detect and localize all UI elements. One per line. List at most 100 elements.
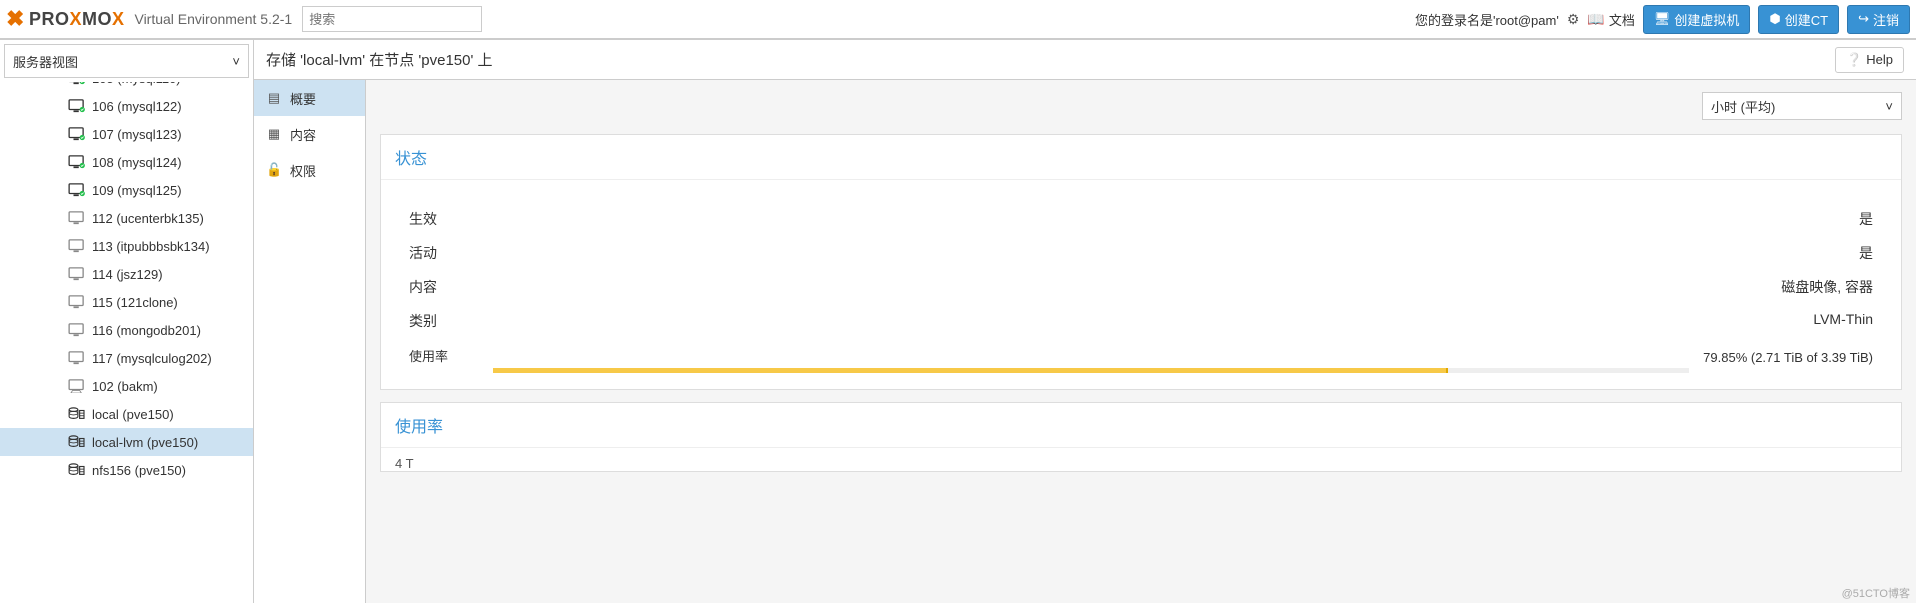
cube-icon: ⬢ [1769, 11, 1780, 27]
status-row: 活动 是 [409, 236, 1873, 270]
status-value: LVM-Thin [1813, 311, 1873, 331]
watermark: @51CTO博客 [1842, 585, 1910, 601]
storage-icon [66, 463, 88, 477]
tree-item[interactable]: 109 (mysql125) [0, 176, 253, 204]
status-row: 生效是 [409, 202, 1873, 236]
tree-item[interactable]: 112 (ucenterbk135) [0, 204, 253, 232]
grid-icon: ▦ [266, 126, 282, 142]
storage-icon [66, 407, 88, 421]
panel: 小时 (平均) ˅ 状态 生效是活动 是内容 磁盘映像, 容器类别 LVM-Thin … [366, 80, 1916, 603]
logo-text-1: PRO [29, 9, 70, 30]
status-key: 内容 [409, 277, 437, 297]
status-value: 磁盘映像, 容器 [1781, 277, 1873, 297]
tree-item[interactable]: 105 (mysql110) [0, 82, 253, 92]
status-card: 状态 生效是活动 是内容 磁盘映像, 容器类别 LVM-Thin 使用率 79.85%… [380, 134, 1902, 390]
docs-link[interactable]: 📖 文档 [1587, 10, 1634, 29]
usage-label: 使用率 [409, 346, 479, 373]
usage-chart-title: 使用率 [381, 403, 1901, 448]
tab-grid[interactable]: ▦ 内容 [254, 116, 365, 152]
vm-on-icon [66, 155, 88, 169]
docs-label: 文档 [1609, 10, 1635, 29]
tree-item-label: 117 (mysqlculog202) [92, 351, 212, 366]
vm-off-icon [66, 239, 88, 253]
logout-button[interactable]: ↪ 注销 [1847, 5, 1910, 34]
tab-book[interactable]: ▤ 概要 [254, 80, 365, 116]
help-icon: ❔ [1846, 52, 1862, 68]
tree-item[interactable]: 114 (jsz129) [0, 260, 253, 288]
book-icon: ▤ [266, 90, 282, 106]
view-selector[interactable]: 服务器视图 ˅ [4, 44, 249, 78]
help-button[interactable]: ❔ Help [1835, 47, 1904, 73]
usage-row: 使用率 79.85% (2.71 TiB of 3.39 TiB) [409, 338, 1873, 373]
tree-item[interactable]: 106 (mysql122) [0, 92, 253, 120]
tree-item[interactable]: 117 (mysqlculog202) [0, 344, 253, 372]
create-vm-button[interactable]: 🖥 创建虚拟机 [1643, 5, 1751, 34]
breadcrumb-bar: 存储 'local-lvm' 在节点 'pve150' 上 ❔ Help [254, 40, 1916, 80]
logo-text-4: X [112, 9, 125, 30]
tab-bar: ▤ 概要 ▦ 内容 🔓 权限 [254, 80, 366, 603]
logo-x-icon: ✖ [6, 6, 25, 32]
monitor-icon: 🖥 [1654, 11, 1671, 27]
tree-item[interactable]: 113 (itpubbbsbk134) [0, 232, 253, 260]
content: 存储 'local-lvm' 在节点 'pve150' 上 ❔ Help ▤ 概要… [254, 40, 1916, 603]
tree[interactable]: 105 (mysql110) 106 (mysql122)107 (mysql12… [0, 82, 253, 603]
search-input[interactable] [302, 6, 482, 32]
tree-item-label: local (pve150) [92, 407, 174, 422]
status-row: 类别 LVM-Thin [409, 304, 1873, 338]
chevron-down-icon: ˅ [1885, 99, 1893, 114]
tree-item[interactable]: 102 (bakm) [0, 372, 253, 400]
vm-off-icon [66, 295, 88, 309]
vm-off-icon [66, 351, 88, 365]
status-value: 是 [1859, 209, 1873, 229]
tree-item-label: local-lvm (pve150) [92, 435, 198, 450]
vm-on-icon [66, 99, 88, 113]
vm-on-icon [66, 82, 88, 85]
tab-label: 概要 [290, 89, 316, 108]
main: 服务器视图 ˅ 105 (mysql110) 106 (mysql122)107 … [0, 40, 1916, 603]
tree-item[interactable]: 116 (mongodb201) [0, 316, 253, 344]
vm-on-icon [66, 127, 88, 141]
header: ✖ PROXMOX Virtual Environment 5.2-1 您的登录… [0, 0, 1916, 40]
tree-item-label: 113 (itpubbbsbk134) [92, 239, 210, 254]
book-icon: 📖 [1587, 11, 1604, 28]
gear-icon[interactable]: ⚙ [1567, 11, 1580, 28]
vm-on-icon [66, 183, 88, 197]
version-label: Virtual Environment 5.2-1 [134, 11, 292, 27]
tree-item-label: 109 (mysql125) [92, 183, 182, 198]
time-range-selector[interactable]: 小时 (平均) ˅ [1702, 92, 1902, 120]
vm-off-icon [66, 267, 88, 281]
login-user-label: 您的登录名是'root@pam' [1415, 10, 1559, 29]
tree-item[interactable]: nfs156 (pve150) [0, 456, 253, 484]
tree-item-label: 114 (jsz129) [92, 267, 163, 282]
tab-unlock[interactable]: 🔓 权限 [254, 152, 365, 188]
tree-item[interactable]: local-lvm (pve150) [0, 428, 253, 456]
logo-text-3: MO [82, 9, 112, 30]
logo-text-2: X [69, 9, 82, 30]
tree-item[interactable]: 108 (mysql124) [0, 148, 253, 176]
tab-label: 内容 [290, 125, 316, 144]
logo: ✖ PROXMOX [6, 6, 124, 32]
unlock-icon: 🔓 [266, 162, 282, 178]
tree-item[interactable]: local (pve150) [0, 400, 253, 428]
usage-bar [493, 368, 1689, 373]
chevron-down-icon: ˅ [232, 54, 240, 69]
status-key: 类别 [409, 311, 437, 331]
storage-icon [66, 435, 88, 449]
body: ▤概要▦内容🔓权限 小时 (平均) ˅ 状态 生效是活动是内容磁盘映像, 容器类… [254, 80, 1916, 603]
usage-chart-card: 使用率 4 T [380, 402, 1902, 472]
create-ct-button[interactable]: ⬢ 创建CT [1758, 5, 1839, 34]
tree-item-label: 112 (ucenterbk135) [92, 211, 204, 226]
tree-item-label: 105 (mysql110) [92, 82, 181, 86]
status-value: 是 [1859, 243, 1873, 263]
usage-value: 79.85% (2.71 TiB of 3.39 TiB) [1703, 350, 1873, 373]
sidebar: 服务器视图 ˅ 105 (mysql110) 106 (mysql122)107 … [0, 40, 254, 603]
tree-item-label: 108 (mysql124) [92, 155, 182, 170]
tree-item[interactable]: 107 (mysql123) [0, 120, 253, 148]
tab-label: 权限 [290, 161, 316, 180]
logout-icon: ↪ [1858, 11, 1869, 27]
status-title: 状态 [381, 135, 1901, 180]
tree-item[interactable]: 115 (121clone) [0, 288, 253, 316]
vm-off-icon [66, 323, 88, 337]
status-key: 活动 [409, 243, 437, 263]
status-row: 内容 磁盘映像, 容器 [409, 270, 1873, 304]
